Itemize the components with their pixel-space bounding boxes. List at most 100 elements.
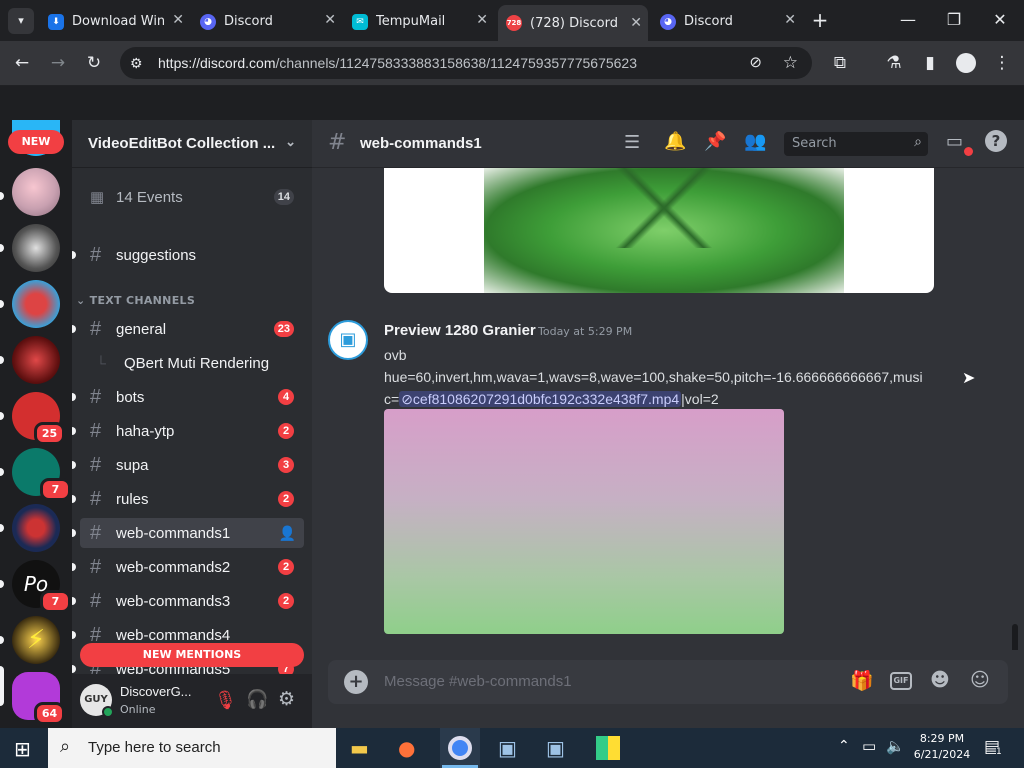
channel-supa[interactable]: # supa 3 <box>72 450 304 480</box>
close-tab-icon[interactable]: ✕ <box>172 12 184 28</box>
channel-web-commands2[interactable]: # web-commands2 2 <box>72 552 304 582</box>
thread-qbert[interactable]: └ QBert Muti Rendering <box>80 348 304 378</box>
attachment-mention[interactable]: ⊘cef81086207291d0bfc192c332e438f7.mp4 <box>399 391 682 407</box>
tab-download-win[interactable]: ⬇ Download Win ✕ <box>40 8 190 35</box>
chevron-up-icon[interactable]: ⌃ <box>838 738 850 754</box>
browser-menu-icon[interactable]: ⋮ <box>988 49 1016 77</box>
chevron-down-icon: ⌄ <box>285 134 296 149</box>
firefox-icon[interactable]: ● <box>398 736 415 760</box>
close-tab-icon[interactable]: ✕ <box>630 15 642 31</box>
mention-badge: 23 <box>273 321 294 337</box>
video-attachment[interactable] <box>384 409 784 634</box>
message-composer[interactable]: + Message #web-commands1 🎁 GIF ☻ ☺ <box>328 660 1008 704</box>
channel-web-commands1[interactable]: # web-commands1 👤 <box>72 518 304 548</box>
username[interactable]: DiscoverG... <box>120 684 192 699</box>
mention-text: cef81086207291d0bfc192c332e438f7.mp4 <box>412 391 680 407</box>
channel-haha-ytp[interactable]: # haha-ytp 2 <box>72 416 304 446</box>
sticker-icon[interactable]: ☻ <box>930 669 950 691</box>
profile-avatar[interactable] <box>952 49 980 77</box>
settings-gear-icon[interactable]: ⚙ <box>278 688 295 710</box>
site-info-icon[interactable]: ⚙ <box>130 47 143 79</box>
app-window-icon[interactable]: ▣ <box>498 736 517 760</box>
tab-search-button[interactable]: ▾ <box>8 8 34 34</box>
volume-muted-icon[interactable]: 🔈 <box>886 737 905 755</box>
scrollbar-thumb[interactable] <box>1012 624 1018 650</box>
add-member-icon[interactable]: 👤 <box>279 525 296 542</box>
channel-rules[interactable]: # rules 2 <box>72 484 304 514</box>
channel-suggestions[interactable]: # suggestions <box>72 240 304 270</box>
url-host: https://discord.com <box>158 55 276 71</box>
minimize-button[interactable]: — <box>888 6 928 34</box>
close-tab-icon[interactable]: ✕ <box>784 12 796 28</box>
address-bar[interactable]: ⚙ https://discord.com/channels/112475833… <box>120 47 812 79</box>
online-status-dot <box>102 706 114 718</box>
member-list-icon[interactable]: 👥 <box>744 131 766 152</box>
avatar[interactable]: ▣ <box>328 320 368 360</box>
chrome-icon[interactable] <box>448 736 472 760</box>
category-header[interactable]: ⌄ TEXT CHANNELS <box>76 294 195 307</box>
discord-icon: ◕ <box>200 13 216 30</box>
message-input[interactable]: Message #web-commands1 <box>384 673 572 690</box>
attach-plus-icon[interactable]: + <box>344 670 368 694</box>
channel-bots[interactable]: # bots 4 <box>72 382 304 412</box>
unread-indicator <box>0 580 4 588</box>
headphones-icon[interactable]: 🎧 <box>246 689 268 710</box>
previous-video-attachment[interactable] <box>384 168 934 293</box>
pin-icon[interactable]: 📌 <box>704 131 726 152</box>
tab-discord-2[interactable]: ◕ Discord ✕ <box>652 8 802 35</box>
mention-count-badge: 25 <box>34 422 65 445</box>
network-icon[interactable]: ▭ <box>862 737 876 755</box>
emoji-icon[interactable]: ☺ <box>970 669 990 691</box>
browser-toolbar: ← → ↻ ⚙ https://discord.com/channels/112… <box>0 41 1024 86</box>
inbox-icon[interactable]: ▭ <box>946 131 963 152</box>
forward-icon[interactable]: → <box>44 49 72 77</box>
calendar-icon: ▦ <box>90 189 105 206</box>
close-window-button[interactable]: ✕ <box>980 6 1020 34</box>
app-icon[interactable] <box>596 736 620 760</box>
server-icon[interactable]: ⚡ <box>12 616 60 664</box>
restore-button[interactable]: ❐ <box>934 6 974 34</box>
server-icon[interactable] <box>12 504 60 552</box>
events-label: 14 Events <box>116 188 183 206</box>
help-icon[interactable]: ? <box>985 130 1007 152</box>
extensions-icon[interactable]: ⧉ <box>826 49 854 77</box>
channel-general[interactable]: # general 23 <box>72 314 304 344</box>
search-input[interactable]: Search ⌕ <box>784 132 928 156</box>
server-icon[interactable] <box>12 280 60 328</box>
reload-icon[interactable]: ↻ <box>80 49 108 77</box>
events-item[interactable]: ▦ 14 Events 14 <box>80 182 304 212</box>
server-icon[interactable] <box>12 224 60 272</box>
new-tab-button[interactable]: + <box>800 6 840 34</box>
bookmark-star-icon[interactable]: ☆ <box>783 47 798 79</box>
notification-bell-icon[interactable]: 🔔 <box>664 131 686 152</box>
user-status: Online <box>120 703 156 716</box>
eye-slash-icon[interactable]: ⊘ <box>749 47 762 79</box>
file-explorer-icon[interactable]: ▬ <box>350 736 369 760</box>
thread-name: QBert Muti Rendering <box>124 354 270 372</box>
app-window-icon[interactable]: ▣ <box>546 736 565 760</box>
guild-header[interactable]: VideoEditBot Collection ... ⌄ <box>72 120 312 168</box>
new-mentions-button[interactable]: NEW MENTIONS <box>80 643 304 667</box>
hashtag-icon: # <box>90 589 102 612</box>
server-icon[interactable] <box>12 336 60 384</box>
labs-icon[interactable]: ⚗ <box>880 49 908 77</box>
tab-discord-active[interactable]: 728 (728) Discord | ✕ <box>498 5 648 41</box>
taskbar-search-input[interactable]: ⌕ Type here to search <box>48 728 336 768</box>
channel-sidebar: VideoEditBot Collection ... ⌄ ▦ 14 Event… <box>72 120 312 728</box>
channel-web-commands3[interactable]: # web-commands3 2 <box>72 586 304 616</box>
browser-tab-strip: ▾ ⬇ Download Win ✕ ◕ Discord ✕ ✉ TempuMa… <box>0 0 1024 41</box>
close-tab-icon[interactable]: ✕ <box>324 12 336 28</box>
tab-discord-1[interactable]: ◕ Discord ✕ <box>192 8 342 35</box>
threads-icon[interactable]: ☰ <box>624 132 640 153</box>
microphone-muted-icon[interactable]: 🎙 <box>214 690 237 711</box>
server-icon[interactable] <box>12 168 60 216</box>
side-panel-icon[interactable]: ▮ <box>916 49 944 77</box>
clock[interactable]: 8:29 PM 6/21/2024 <box>912 731 972 763</box>
tab-tempumail[interactable]: ✉ TempuMail ✕ <box>344 8 494 35</box>
back-icon[interactable]: ← <box>8 49 36 77</box>
close-tab-icon[interactable]: ✕ <box>476 12 488 28</box>
gif-button[interactable]: GIF <box>890 672 912 690</box>
message-author[interactable]: Preview 1280 Granier <box>384 322 536 339</box>
gift-icon[interactable]: 🎁 <box>850 669 874 692</box>
windows-start-icon[interactable]: ⊞ <box>14 737 31 761</box>
